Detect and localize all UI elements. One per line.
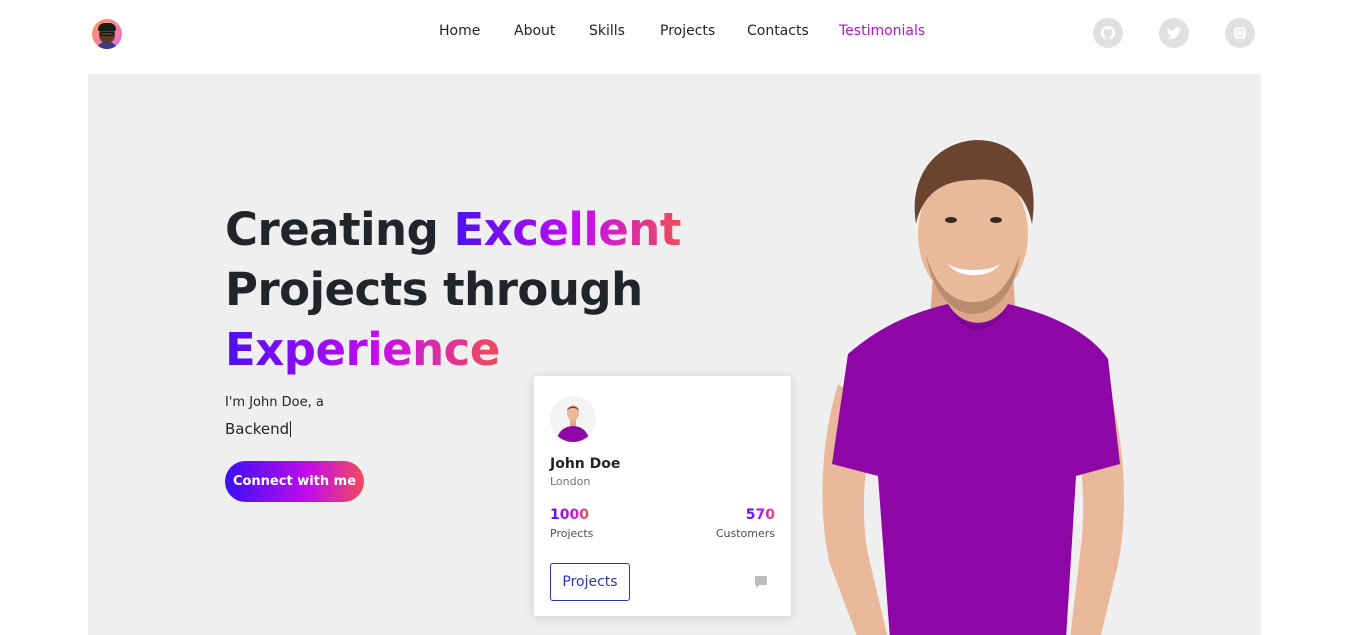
headline-word-creating: Creating xyxy=(225,203,454,256)
hero-person-image xyxy=(822,140,1124,635)
instagram-icon[interactable] xyxy=(1225,18,1255,48)
card-avatar xyxy=(550,396,596,442)
headline-line-2: Projects through xyxy=(225,263,643,316)
chat-icon[interactable] xyxy=(753,574,769,590)
card-city: London xyxy=(550,475,591,488)
nav-testimonials[interactable]: Testimonials xyxy=(839,23,925,39)
hero-headline: Creating Excellent Projects through Expe… xyxy=(225,200,681,380)
nav-about[interactable]: About xyxy=(514,23,555,39)
headline-word-excellent: Excellent xyxy=(453,203,681,256)
card-projects-button[interactable]: Projects xyxy=(550,563,630,601)
nav-contacts[interactable]: Contacts xyxy=(747,23,809,39)
text-cursor xyxy=(290,421,292,437)
customers-count: 570 xyxy=(745,507,775,523)
nav-home[interactable]: Home xyxy=(439,23,480,39)
logo-avatar[interactable] xyxy=(92,19,122,49)
card-name: John Doe xyxy=(550,456,621,472)
github-icon[interactable] xyxy=(1093,18,1123,48)
twitter-icon[interactable] xyxy=(1159,18,1189,48)
headline-word-experience: Experience xyxy=(225,323,500,376)
profile-card: John Doe London 1000 Projects 570 Custom… xyxy=(533,375,792,617)
customers-count-label: Customers xyxy=(715,527,775,540)
projects-count-label: Projects xyxy=(550,527,594,540)
nav-projects[interactable]: Projects xyxy=(660,23,715,39)
connect-button[interactable]: Connect with me xyxy=(225,461,364,502)
nav-skills[interactable]: Skills xyxy=(589,23,625,39)
navbar: Home About Skills Projects Contacts Test… xyxy=(0,0,1350,74)
intro-text: I'm John Doe, a xyxy=(225,395,324,410)
typed-role: Backend xyxy=(225,420,292,438)
role-text: Backend xyxy=(225,420,290,438)
projects-count: 1000 xyxy=(550,507,589,523)
